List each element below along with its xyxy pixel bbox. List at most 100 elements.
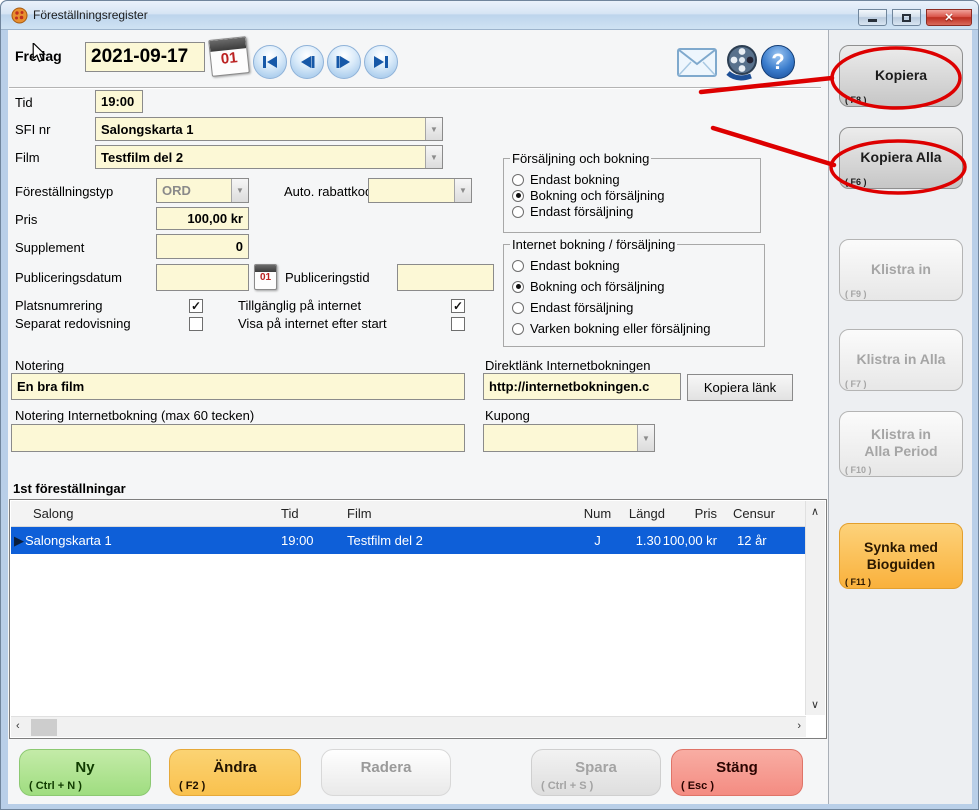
spara-button[interactable]: Spara ( Ctrl + S ) xyxy=(531,749,661,796)
notering-internet-label: Notering Internetbokning (max 60 tecken) xyxy=(15,408,254,423)
last-icon xyxy=(373,55,389,69)
film-label: Film xyxy=(15,150,40,165)
film-value: Testfilm del 2 xyxy=(96,150,425,165)
minimize-icon xyxy=(868,19,877,22)
next-date-button[interactable] xyxy=(327,45,361,79)
sfi-dropdown-icon[interactable]: ▼ xyxy=(425,118,442,140)
sales-option-endast-forsaljning[interactable]: Endast försäljning xyxy=(512,204,633,219)
date-field[interactable]: 2021-09-17 xyxy=(85,42,205,72)
hscroll-thumb[interactable] xyxy=(31,719,57,736)
tillganglig-label: Tillgänglig på internet xyxy=(238,298,361,313)
typ-dropdown-icon[interactable]: ▼ xyxy=(231,179,248,202)
maximize-button[interactable] xyxy=(892,9,921,26)
pris-label: Pris xyxy=(15,212,37,227)
radera-button[interactable]: Radera xyxy=(321,749,451,796)
close-button[interactable]: ✕ xyxy=(926,9,972,26)
klistra-in-button[interactable]: Klistra in ( F9 ) xyxy=(839,239,963,301)
klistra-in-alla-period-button[interactable]: Klistra in Alla Period ( F10 ) xyxy=(839,411,963,477)
scroll-up-icon[interactable]: ∧ xyxy=(811,505,819,518)
table-header-row: Salong Tid Film Num Längd Pris Censur xyxy=(11,501,825,527)
pubdatum-calendar-icon[interactable]: 01 xyxy=(254,264,277,290)
visa-efter-start-checkbox[interactable] xyxy=(451,317,465,331)
scroll-right-icon[interactable]: › xyxy=(797,720,801,732)
vertical-scrollbar[interactable]: ∧ ∨ xyxy=(805,501,825,715)
pubdatum-field[interactable] xyxy=(156,264,249,291)
radio-icon[interactable] xyxy=(512,302,524,314)
kupong-combobox[interactable]: ▼ xyxy=(483,424,655,452)
tid-field[interactable]: 19:00 xyxy=(95,90,143,113)
typ-combobox[interactable]: ORD ▼ xyxy=(156,178,249,203)
scroll-down-icon[interactable]: ∨ xyxy=(811,698,819,711)
last-date-button[interactable] xyxy=(364,45,398,79)
pubtid-field[interactable] xyxy=(397,264,494,291)
kopiera-button[interactable]: Kopiera ( F8 ) xyxy=(839,45,963,107)
radio-icon[interactable] xyxy=(512,174,524,186)
cell-censur: 12 år xyxy=(737,533,767,548)
direktlank-field[interactable]: http://internetbokningen.c xyxy=(483,373,681,400)
calendar-icon[interactable]: 01 xyxy=(208,36,250,77)
previous-icon xyxy=(299,55,315,69)
col-salong: Salong xyxy=(33,506,73,521)
film-reel-icon[interactable] xyxy=(723,43,761,81)
radio-icon[interactable] xyxy=(512,281,524,293)
sales-option-bokning-och-forsaljning[interactable]: Bokning och försäljning xyxy=(512,188,664,203)
synka-med-bioguiden-button[interactable]: Synka med Bioguiden ( F11 ) xyxy=(839,523,963,589)
notering-internet-field[interactable] xyxy=(11,424,465,452)
next-icon xyxy=(336,55,352,69)
film-dropdown-icon[interactable]: ▼ xyxy=(425,146,442,168)
radio-icon[interactable] xyxy=(512,260,524,272)
platsnumrering-checkbox[interactable] xyxy=(189,299,203,313)
radio-icon[interactable] xyxy=(512,323,524,335)
separat-label: Separat redovisning xyxy=(15,316,131,331)
rabatt-dropdown-icon[interactable]: ▼ xyxy=(454,179,471,202)
close-icon: ✕ xyxy=(944,11,953,24)
scroll-left-icon[interactable]: ‹ xyxy=(16,720,20,732)
tid-label: Tid xyxy=(15,95,33,110)
horizontal-scrollbar[interactable]: ‹ › xyxy=(11,716,806,737)
radio-icon[interactable] xyxy=(512,190,524,202)
andra-button[interactable]: Ändra ( F2 ) xyxy=(169,749,301,796)
ny-button[interactable]: Ny ( Ctrl + N ) xyxy=(19,749,151,796)
notering-field[interactable]: En bra film xyxy=(11,373,465,400)
sales-group: Försäljning och bokning Endast bokning B… xyxy=(503,151,761,233)
radio-icon[interactable] xyxy=(512,206,524,218)
separat-checkbox[interactable] xyxy=(189,317,203,331)
shows-title: 1st föreställningar xyxy=(13,481,126,496)
kopiera-alla-button[interactable]: Kopiera Alla ( F6 ) xyxy=(839,127,963,189)
cell-salong: Salongskarta 1 xyxy=(25,533,112,548)
col-pris: Pris xyxy=(671,506,717,521)
film-combobox[interactable]: Testfilm del 2 ▼ xyxy=(95,145,443,169)
internet-option-endast-bokning[interactable]: Endast bokning xyxy=(512,258,620,273)
tillganglig-checkbox[interactable] xyxy=(451,299,465,313)
sales-group-legend: Försäljning och bokning xyxy=(510,151,651,166)
rabatt-combobox[interactable]: ▼ xyxy=(368,178,472,203)
mail-icon[interactable] xyxy=(677,48,717,77)
previous-date-button[interactable] xyxy=(290,45,324,79)
platsnumrering-label: Platsnumrering xyxy=(15,298,102,313)
supplement-label: Supplement xyxy=(15,240,84,255)
typ-label: Föreställningstyp xyxy=(15,184,113,199)
internet-option-varken[interactable]: Varken bokning eller försäljning xyxy=(512,321,710,336)
sfi-label: SFI nr xyxy=(15,122,50,137)
col-tid: Tid xyxy=(281,506,299,521)
table-row-selected[interactable]: ▶ Salongskarta 1 19:00 Testfilm del 2 J … xyxy=(11,527,806,554)
pris-field[interactable]: 100,00 kr xyxy=(156,207,249,230)
first-date-button[interactable] xyxy=(253,45,287,79)
klistra-in-alla-button[interactable]: Klistra in Alla ( F7 ) xyxy=(839,329,963,391)
internet-option-endast-forsaljning[interactable]: Endast försäljning xyxy=(512,300,633,315)
sales-option-endast-bokning[interactable]: Endast bokning xyxy=(512,172,620,187)
pubtid-label: Publiceringstid xyxy=(285,270,370,285)
internet-option-bokning-och-forsaljning[interactable]: Bokning och försäljning xyxy=(512,279,664,294)
sfi-combobox[interactable]: Salongskarta 1 ▼ xyxy=(95,117,443,141)
internet-group: Internet bokning / försäljning Endast bo… xyxy=(503,237,765,347)
sfi-value: Salongskarta 1 xyxy=(96,122,425,137)
kupong-dropdown-icon[interactable]: ▼ xyxy=(637,425,654,451)
app-icon xyxy=(11,7,28,24)
help-icon[interactable]: ? xyxy=(761,45,795,79)
typ-value: ORD xyxy=(157,183,231,198)
stang-button[interactable]: Stäng ( Esc ) xyxy=(671,749,803,796)
col-film: Film xyxy=(347,506,372,521)
supplement-field[interactable]: 0 xyxy=(156,234,249,259)
kopiera-lank-button[interactable]: Kopiera länk xyxy=(687,374,793,401)
minimize-button[interactable] xyxy=(858,9,887,26)
